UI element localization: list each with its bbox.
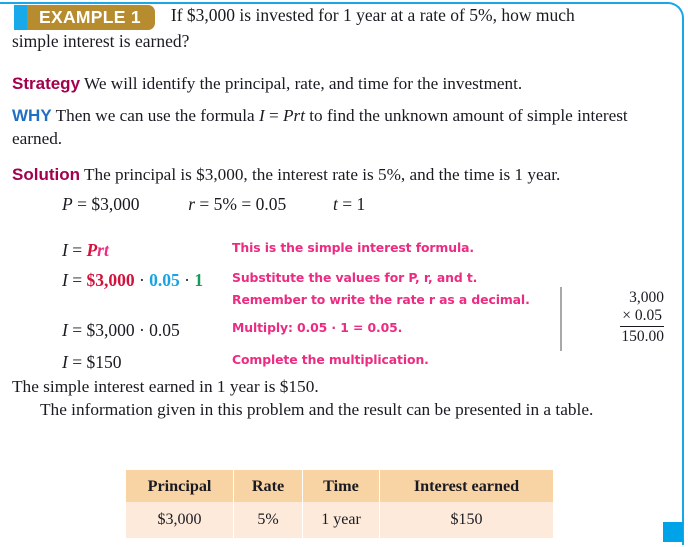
sidecalc-multiplier: × 0.05 xyxy=(620,307,664,327)
why-label: WHY xyxy=(12,106,52,125)
subst-lhs-var: I xyxy=(62,270,68,290)
table-intro-statement: The information given in this problem an… xyxy=(40,400,594,419)
cell-principal: $3,000 xyxy=(126,502,234,538)
sidecalc-multiplier-wrap: × 0.05 xyxy=(574,307,678,327)
why-text-before: Then we can use the formula xyxy=(55,106,255,125)
example-badge: EXAMPLE 1 xyxy=(14,5,155,30)
strategy-text: We will identify the principal, rate, an… xyxy=(84,74,523,93)
formula-rt: rt xyxy=(97,240,109,260)
given-r-percent: 5% xyxy=(213,194,237,214)
subst-dot-1: · xyxy=(134,270,150,290)
example-question-line1: If $3,000 is invested for 1 year at a ra… xyxy=(170,5,575,26)
formula-equals: = xyxy=(72,240,83,260)
multiply-equals: = xyxy=(72,320,83,340)
multiply-lhs-var: I xyxy=(62,320,68,340)
sidecalc-product: 150.00 xyxy=(621,328,664,345)
givens-row: P = $3,000 r = 5% = 0.05 t = 1 xyxy=(0,194,688,216)
substitution-equation: I = $3,000 · 0.05 · 1 xyxy=(62,270,203,290)
formula-row: I = Prt This is the simple interest form… xyxy=(0,240,688,262)
section-end-marker xyxy=(663,522,683,542)
answer-equals: = xyxy=(72,352,83,372)
example-question-line2: simple interest is earned? xyxy=(12,31,190,51)
substitution-annotation: Substitute the values for P, r, and t. xyxy=(232,270,478,285)
given-t-var: t xyxy=(332,194,338,214)
given-r-var: r xyxy=(188,194,196,214)
why-formula-prt: Prt xyxy=(283,106,305,125)
multiply-annotation: Multiply: 0.05 · 1 = 0.05. xyxy=(232,320,403,335)
cell-interest-earned: $150 xyxy=(379,502,553,538)
header-rate: Rate xyxy=(233,470,303,502)
solution-label: Solution xyxy=(12,165,80,184)
given-r-equals-1: = xyxy=(199,194,210,214)
header-interest-earned: Interest earned xyxy=(379,470,553,502)
given-p-value: $3,000 xyxy=(91,194,140,214)
why-formula-equals: = xyxy=(269,106,279,125)
subst-principal: $3,000 xyxy=(86,270,135,290)
given-r-decimal: 0.05 xyxy=(255,194,287,214)
given-t-equals: = xyxy=(342,194,353,214)
answer-rhs: $150 xyxy=(86,352,122,372)
solution-paragraph: Solution The principal is $3,000, the in… xyxy=(12,163,668,186)
example-page: EXAMPLE 1 If $3,000 is invested for 1 yea… xyxy=(0,0,688,547)
given-p-equals: = xyxy=(77,194,87,214)
given-p-var: P xyxy=(62,194,73,214)
cell-rate: 5% xyxy=(233,502,303,538)
solution-text: The principal is $3,000, the interest ra… xyxy=(83,165,561,184)
formula-annotation: This is the simple interest formula. xyxy=(232,240,474,255)
formula-p: P xyxy=(86,240,98,260)
answer-lhs-var: I xyxy=(62,352,68,372)
givens-equation: P = $3,000 r = 5% = 0.05 t = 1 xyxy=(62,194,365,214)
cell-time: 1 year xyxy=(302,502,380,538)
sidecalc-multiplicand: 3,000 xyxy=(629,289,664,306)
formula-lhs-var: I xyxy=(62,240,68,260)
multiply-rhs: $3,000 · 0.05 xyxy=(86,320,180,340)
substitution-annotation-2: Remember to write the rate r as a decima… xyxy=(232,292,530,307)
given-t-value: 1 xyxy=(356,194,366,214)
given-r-equals-2: = xyxy=(241,194,252,214)
strategy-paragraph: Strategy We will identify the principal,… xyxy=(12,72,668,95)
example-header: EXAMPLE 1 If $3,000 is invested for 1 yea… xyxy=(0,5,672,30)
formula-equation: I = Prt xyxy=(62,240,109,260)
answer-row: I = $150 Complete the multiplication. xyxy=(0,352,688,374)
answer-annotation: Complete the multiplication. xyxy=(232,352,429,367)
interest-earned-statement: The simple interest earned in 1 year is … xyxy=(12,377,319,396)
sidecalc-divider xyxy=(560,287,562,351)
strategy-label: Strategy xyxy=(12,74,81,93)
subst-time: 1 xyxy=(194,270,204,290)
header-time: Time xyxy=(302,470,380,502)
table-header-row: Principal Rate Time Interest earned xyxy=(126,470,553,502)
subst-rate: 0.05 xyxy=(149,270,180,290)
side-multiplication: 3,000 × 0.05 150.00 xyxy=(574,289,678,346)
why-paragraph: WHY Then we can use the formula I = Prt … xyxy=(12,104,668,150)
header-principal: Principal xyxy=(126,470,234,502)
subst-equals: = xyxy=(72,270,83,290)
table-row: $3,000 5% 1 year $150 xyxy=(126,502,553,538)
why-formula-i: I xyxy=(258,106,265,125)
answer-equation: I = $150 xyxy=(62,352,121,372)
results-table: Principal Rate Time Interest earned $3,0… xyxy=(126,470,553,538)
multiply-equation: I = $3,000 · 0.05 xyxy=(62,320,180,340)
subst-dot-2: · xyxy=(179,270,195,290)
